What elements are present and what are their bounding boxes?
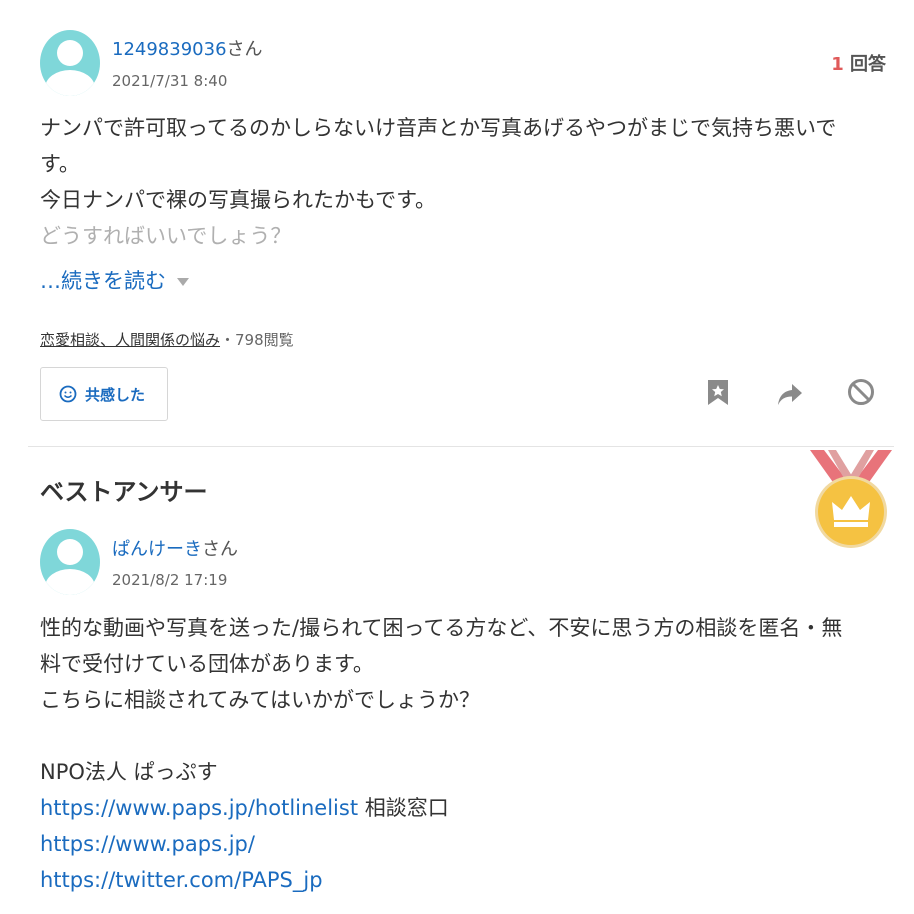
answer-user-name-text[interactable]: ぱんけーき — [112, 539, 202, 560]
hotline-link-suffix: 相談窓口 — [358, 796, 449, 820]
question-meta: 恋愛相談、人間関係の悩み・798閲覧 — [40, 329, 294, 350]
question-faded-line: どうすればいいでしょう？ — [40, 224, 292, 248]
answer-line: 料で受付けている団体があります。 — [40, 652, 374, 676]
question-body: ナンパで許可取ってるのかしらないけ音声とか写真あげるやつがまじで気持ち悪いで す… — [40, 110, 890, 254]
view-count: ・798閲覧 — [220, 331, 294, 349]
block-icon[interactable] — [847, 378, 875, 406]
read-more-text[interactable]: …続きを読む — [40, 269, 166, 293]
question-avatar-icon[interactable] — [40, 30, 100, 96]
answer-count: 1 回答 — [831, 50, 886, 76]
read-more-link[interactable]: …続きを読む — [40, 265, 189, 295]
twitter-link[interactable]: https://twitter.com/PAPS_jp — [40, 862, 900, 898]
triangle-down-icon — [176, 278, 189, 286]
bookmark-star-icon[interactable] — [704, 378, 732, 406]
answer-date: 2021/8/2 17:19 — [112, 571, 228, 589]
hotline-link[interactable]: https://www.paps.jp/hotlinelist — [40, 796, 358, 820]
question-user-suffix: さん — [226, 39, 263, 60]
best-answer-heading: ベストアンサー — [40, 478, 208, 506]
link-row-1: https://www.paps.jp/hotlinelist 相談窓口 — [40, 790, 900, 826]
empathy-button-label[interactable]: 共感した — [85, 384, 145, 405]
answer-line: 性的な動画や写真を送った/撮られて困ってる方など、不安に思う方の相談を匿名・無 — [40, 616, 843, 640]
answer-count-number: 1 — [831, 54, 844, 75]
answer-count-label: 回答 — [850, 54, 886, 75]
gold-medal-crown-icon — [810, 450, 892, 548]
category-link[interactable]: 恋愛相談、人間関係の悩み — [40, 331, 220, 349]
question-user-name-text[interactable]: 1249839036 — [112, 39, 227, 60]
answer-user-name[interactable]: ぱんけーきさん — [112, 535, 238, 561]
question-date: 2021/7/31 8:40 — [112, 72, 228, 90]
answer-avatar-icon[interactable] — [40, 529, 100, 595]
paps-home-link[interactable]: https://www.paps.jp/ — [40, 826, 900, 862]
question-line: す。 — [40, 152, 80, 176]
empathy-button[interactable]: 共感した — [40, 367, 168, 421]
question-line: ナンパで許可取ってるのかしらないけ音声とか写真あげるやつがまじで気持ち悪いで — [40, 116, 837, 140]
section-divider — [28, 446, 894, 447]
answer-line: こちらに相談されてみてはいかがでしょうか？ — [40, 688, 480, 712]
smile-icon — [59, 385, 77, 403]
answer-body: 性的な動画や写真を送った/撮られて困ってる方など、不安に思う方の相談を匿名・無 … — [40, 610, 900, 898]
question-line: 今日ナンパで裸の写真撮られたかもです。 — [40, 188, 437, 212]
org-name: NPO法人 ぱっぷす — [40, 760, 218, 784]
answer-user-suffix: さん — [202, 539, 238, 560]
share-arrow-icon[interactable] — [776, 380, 804, 408]
question-user-name[interactable]: 1249839036さん — [112, 35, 263, 61]
